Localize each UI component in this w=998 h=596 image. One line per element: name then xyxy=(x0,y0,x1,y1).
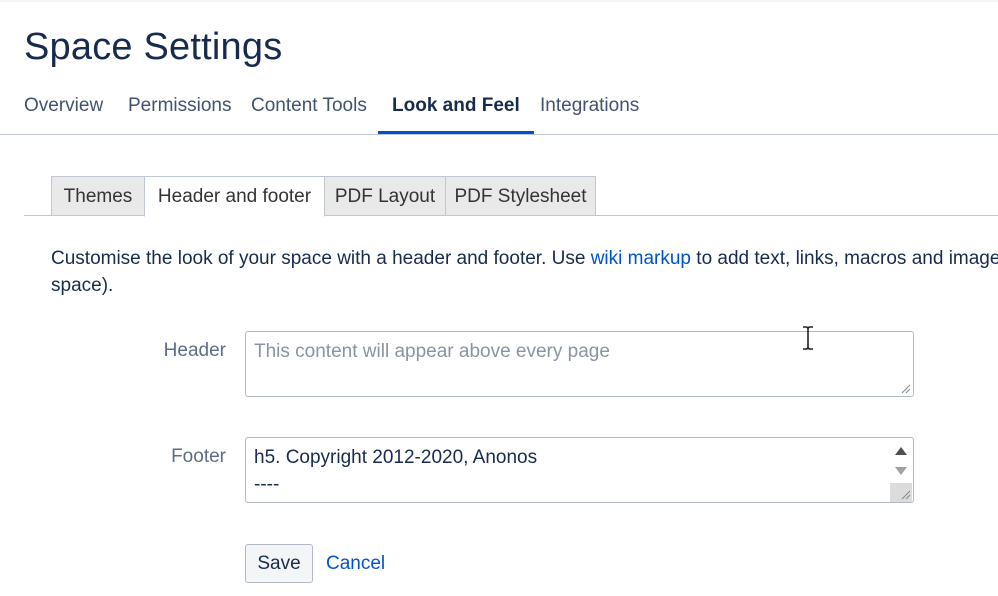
save-button[interactable]: Save xyxy=(245,544,313,583)
footer-textarea[interactable]: h5. Copyright 2012-2020, Anonos ---- xyxy=(245,437,914,503)
subtab-themes[interactable]: Themes xyxy=(51,176,145,216)
description-before-link: Customise the look of your space with a … xyxy=(51,248,591,269)
scroll-down-arrow-icon[interactable] xyxy=(895,467,907,475)
description-line2: space). xyxy=(51,275,114,296)
scroll-up-arrow-icon[interactable] xyxy=(895,447,907,455)
nav-tab-content-tools[interactable]: Content Tools xyxy=(251,86,367,134)
main-nav: Overview Permissions Content Tools Look … xyxy=(0,86,998,135)
header-label: Header xyxy=(163,340,226,361)
subtab-pdf-stylesheet[interactable]: PDF Stylesheet xyxy=(445,176,596,216)
resize-grip-icon[interactable] xyxy=(901,384,911,394)
top-border xyxy=(0,0,998,2)
wiki-markup-link[interactable]: wiki markup xyxy=(591,248,691,269)
nav-tab-permissions[interactable]: Permissions xyxy=(128,86,231,134)
subtab-header-and-footer[interactable]: Header and footer xyxy=(144,176,325,217)
header-placeholder: This content will appear above every pag… xyxy=(254,341,610,362)
description-text: Customise the look of your space with a … xyxy=(51,245,998,299)
page-title: Space Settings xyxy=(24,26,283,68)
text-cursor-icon xyxy=(803,326,813,350)
footer-line1: h5. Copyright 2012-2020, Anonos xyxy=(254,447,538,468)
nav-tab-look-and-feel[interactable]: Look and Feel xyxy=(378,86,534,134)
subtab-pdf-layout[interactable]: PDF Layout xyxy=(324,176,446,216)
nav-tab-overview[interactable]: Overview xyxy=(24,86,103,134)
cancel-link[interactable]: Cancel xyxy=(326,553,385,575)
nav-tab-integrations[interactable]: Integrations xyxy=(540,86,639,134)
description-after-link: to add text, links, macros and images xyxy=(691,248,998,269)
footer-line2: ---- xyxy=(254,474,280,495)
resize-grip-icon[interactable] xyxy=(901,490,911,500)
footer-label: Footer xyxy=(171,446,226,467)
